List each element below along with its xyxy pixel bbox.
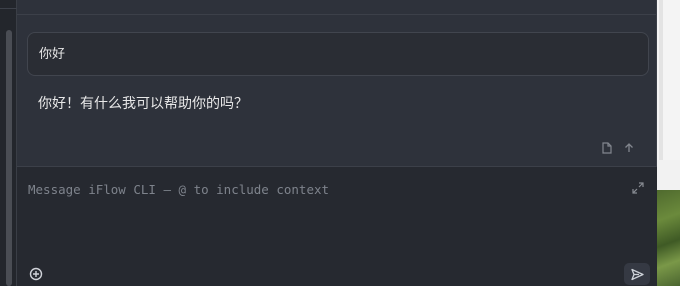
chat-panel: 你好 你好！有什么我可以帮助你的吗？ [17, 0, 657, 286]
header-divider [17, 14, 657, 15]
user-message-text: 你好 [39, 47, 66, 62]
message-actions [600, 141, 636, 155]
left-sidebar-strip [0, 0, 17, 286]
expand-icon[interactable] [632, 179, 646, 194]
message-input[interactable] [28, 179, 618, 199]
assistant-message-text: 你好！有什么我可以帮助你的吗？ [38, 96, 248, 112]
arrow-up-icon[interactable] [622, 141, 636, 155]
left-scrollbar[interactable] [6, 30, 12, 286]
send-icon [630, 268, 644, 280]
left-strip-divider [0, 0, 17, 9]
add-context-icon[interactable] [29, 266, 45, 282]
background-image [657, 190, 680, 286]
file-icon[interactable] [600, 141, 614, 155]
send-button[interactable] [624, 263, 650, 285]
user-message-bubble: 你好 [27, 32, 649, 76]
background-window [657, 0, 680, 286]
background-scrollbar [659, 0, 663, 160]
composer [17, 166, 657, 286]
